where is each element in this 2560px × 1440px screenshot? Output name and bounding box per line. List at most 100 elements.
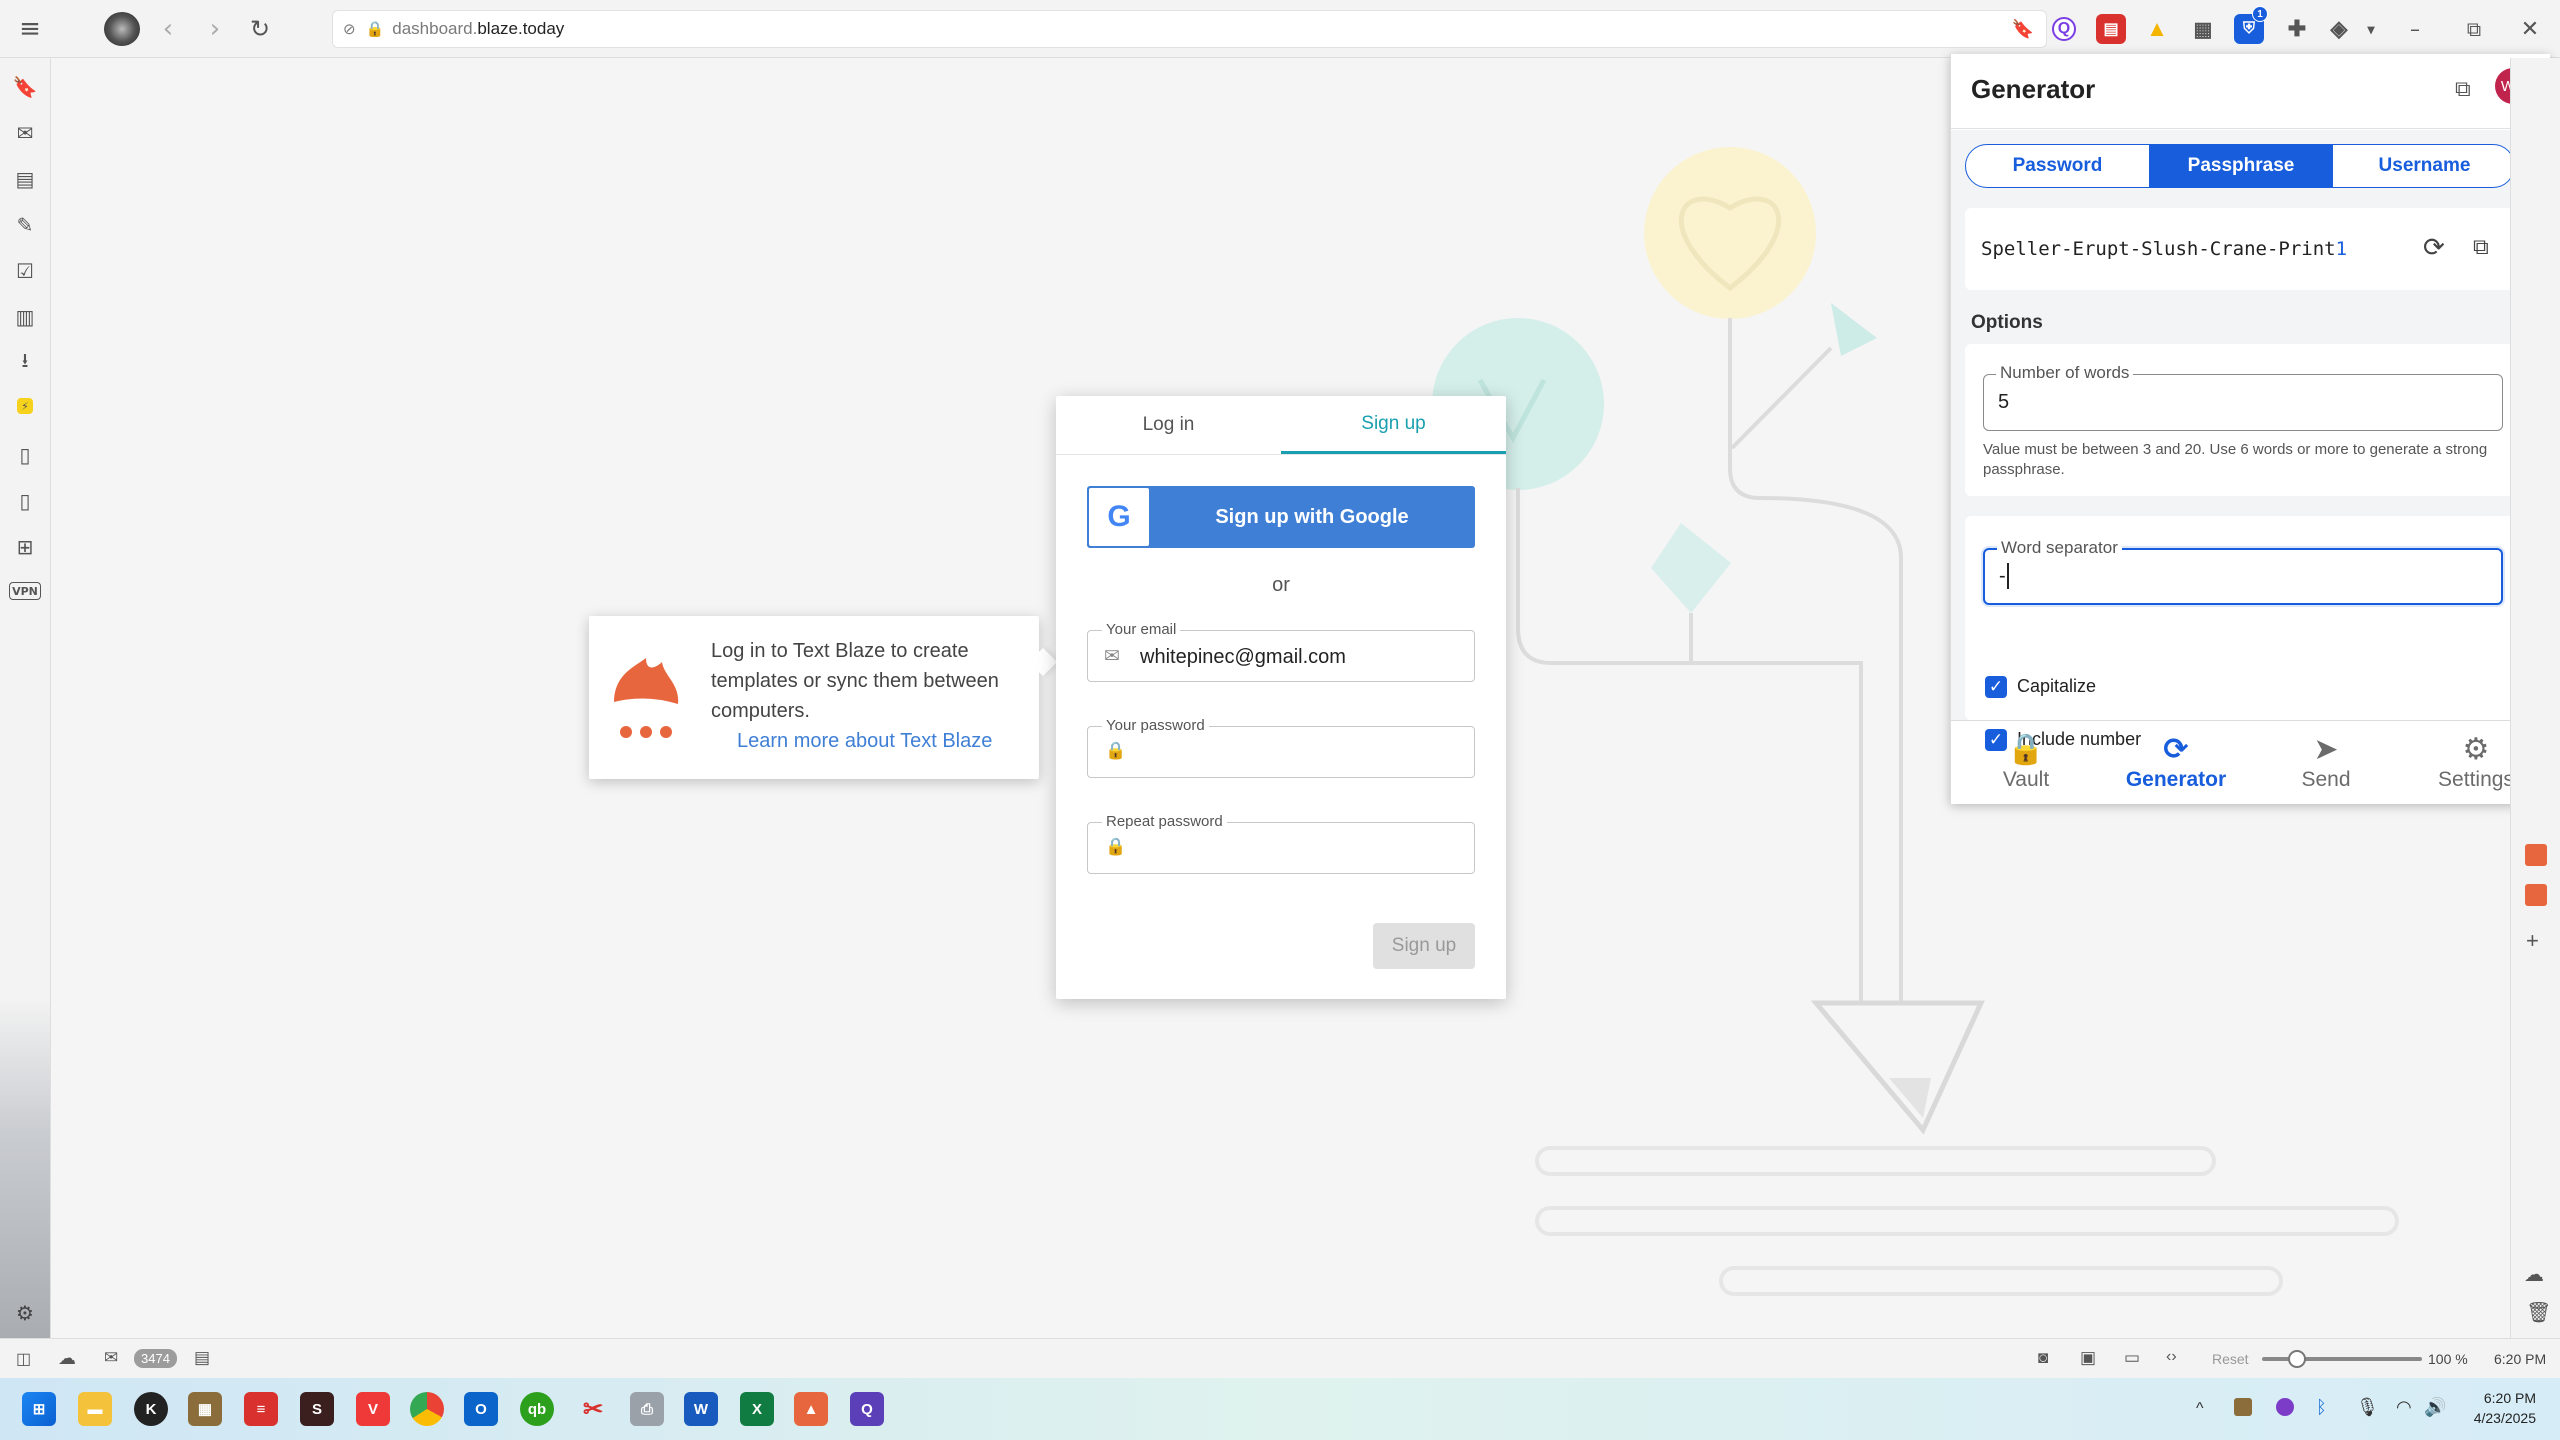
line-bar-3 [1719, 1266, 2283, 1296]
document-icon-2[interactable]: ▯ [14, 489, 36, 513]
devtools-icon[interactable]: ‹› [2166, 1348, 2177, 1366]
vpn-icon[interactable]: VPN [9, 582, 41, 600]
site-settings-icon[interactable]: ⊘ [343, 20, 356, 38]
drive-icon[interactable]: ▲ [2142, 14, 2172, 44]
back-icon[interactable]: ‹ [152, 13, 184, 45]
extensions-puzzle-icon[interactable]: ✚ [2282, 14, 2312, 44]
learn-more-link[interactable]: Learn more about Text Blaze [737, 730, 992, 753]
outlook-icon[interactable]: O [464, 1392, 498, 1426]
panel-toggle-icon[interactable]: ◫ [16, 1349, 31, 1369]
side-app-icon[interactable] [2525, 844, 2547, 866]
tab-password[interactable]: Password [1966, 145, 2149, 187]
popout-icon[interactable]: ⧉ [2455, 76, 2471, 102]
app-s-icon[interactable]: S [300, 1392, 334, 1426]
reading-list-icon[interactable]: ▥ [14, 305, 36, 329]
extension-grid-icon[interactable]: ▦ [2188, 14, 2218, 44]
sync-cloud-icon[interactable]: ☁ [58, 1348, 76, 1369]
capture-icon[interactable]: ◙ [2038, 1348, 2048, 1368]
close-icon[interactable]: ✕ [2514, 13, 2546, 45]
extension-red-icon[interactable]: ▤ [2096, 14, 2126, 44]
profile-avatar[interactable] [104, 12, 140, 46]
tab-sign-up[interactable]: Sign up [1281, 396, 1506, 454]
extension-q-icon[interactable]: Q [2052, 17, 2076, 41]
menu-icon[interactable]: ≡ [14, 13, 46, 45]
vivaldi-icon[interactable]: V [356, 1392, 390, 1426]
email-field[interactable]: Your email ✉ whitepinec@gmail.com [1087, 621, 1475, 682]
trash-icon[interactable]: 🗑 [2526, 1300, 2551, 1325]
document-icon[interactable]: ▯ [14, 443, 36, 467]
word-icon[interactable]: W [684, 1392, 718, 1426]
microphone-icon[interactable]: 🎙 [2356, 1397, 2379, 1418]
notes-icon[interactable]: ✎ [14, 213, 36, 237]
taskbar-date[interactable]: 4/23/2025 [2462, 1410, 2536, 1426]
passphrase-words: Speller-Erupt-Slush-Crane-Print [1981, 238, 2336, 260]
nav-generator[interactable]: ⟳ Generator [2101, 720, 2251, 804]
app-q-icon[interactable]: Q [850, 1392, 884, 1426]
capitalize-checkbox[interactable]: ✓ [1985, 676, 2007, 698]
excel-icon[interactable]: X [740, 1392, 774, 1426]
start-windows-icon[interactable]: ⊞ [22, 1392, 56, 1426]
add-web-panel-icon[interactable]: + [2526, 928, 2539, 954]
tray-app-icon-2[interactable] [2276, 1398, 2294, 1416]
minimize-icon[interactable]: – [2399, 13, 2431, 45]
panel-app-icon[interactable]: ⚡ [17, 398, 33, 414]
address-bar[interactable]: ⊘ 🔒 dashboard. blaze.today 🔖 [332, 10, 2047, 48]
nav-send[interactable]: ➤ Send [2251, 720, 2401, 804]
mail-icon[interactable]: ✉ [14, 121, 36, 145]
printer-icon[interactable]: ⎙ [630, 1392, 664, 1426]
tray-chevron-icon[interactable]: ^ [2196, 1400, 2204, 1418]
layers-icon[interactable]: ◈ [2324, 14, 2354, 44]
tray-app-icon[interactable] [2234, 1398, 2252, 1416]
add-panel-icon[interactable]: ⊞ [14, 535, 36, 559]
tab-username[interactable]: Username [2333, 145, 2514, 187]
downloads-icon[interactable]: ⭳ [14, 348, 36, 374]
bitwarden-icon[interactable]: ⛨ 1 [2234, 6, 2268, 44]
password-field[interactable]: Your password 🔒 [1087, 717, 1475, 778]
wifi-icon[interactable]: ◠ [2396, 1397, 2412, 1418]
chrome-icon[interactable] [410, 1392, 444, 1426]
generated-passphrase[interactable]: Speller-Erupt-Slush-Crane-Print1 [1981, 238, 2347, 260]
status-calendar-icon[interactable]: ▤ [194, 1348, 210, 1368]
restore-icon[interactable]: ⧉ [2458, 13, 2490, 45]
text-blaze-icon[interactable]: ▲ [794, 1392, 828, 1426]
zoom-slider[interactable] [2262, 1350, 2422, 1368]
images-icon[interactable]: ▣ [2080, 1348, 2096, 1368]
text-caret [2007, 563, 2009, 589]
regenerate-icon[interactable]: ⟳ [2423, 232, 2445, 263]
copy-icon[interactable]: ⧉ [2473, 234, 2489, 260]
volume-icon[interactable]: 🔊 [2424, 1397, 2446, 1418]
calendar-icon[interactable]: ▤ [14, 167, 36, 191]
dropdown-icon[interactable]: ▾ [2356, 14, 2386, 44]
tab-log-in[interactable]: Log in [1056, 396, 1281, 454]
bookmark-icon[interactable]: 🔖 [2012, 19, 2034, 40]
generator-type-tabs: Password Passphrase Username [1965, 144, 2515, 188]
reload-icon[interactable]: ↻ [244, 13, 276, 45]
number-of-words-input[interactable]: Number of words 5 [1983, 363, 2503, 431]
repeat-password-field[interactable]: Repeat password 🔒 [1087, 813, 1475, 874]
settings-gear-icon[interactable]: ⚙ [14, 1301, 36, 1325]
mail-count-badge: 3474 [134, 1349, 177, 1368]
app-stack-icon[interactable]: ≡ [244, 1392, 278, 1426]
app-gallery-icon[interactable]: ▦ [188, 1392, 222, 1426]
tasks-icon[interactable]: ☑ [14, 259, 36, 283]
bookmarks-icon[interactable]: 🔖 [13, 75, 38, 99]
cloud-sync-icon[interactable]: ☁ [2524, 1262, 2544, 1287]
tiling-icon[interactable]: ▭ [2124, 1348, 2140, 1368]
google-signup-button[interactable]: G Sign up with Google [1087, 486, 1475, 548]
snipping-tool-icon[interactable]: ✂ [576, 1392, 610, 1426]
zoom-reset[interactable]: Reset [2212, 1351, 2249, 1367]
file-explorer-icon[interactable]: ▬ [78, 1392, 112, 1426]
sign-up-submit-button[interactable]: Sign up [1373, 923, 1475, 969]
forward-icon[interactable]: › [199, 13, 231, 45]
nav-vault[interactable]: 🔒 Vault [1951, 720, 2101, 804]
zoom-slider-thumb[interactable] [2288, 1350, 2307, 1368]
taskbar-time[interactable]: 6:20 PM [2466, 1390, 2536, 1406]
status-mail-icon[interactable]: ✉ [104, 1348, 118, 1368]
word-separator-input[interactable]: Word separator - [1983, 538, 2503, 605]
quickbooks-icon[interactable]: qb [520, 1392, 554, 1426]
app-k-icon[interactable]: K [134, 1392, 168, 1426]
side-app-icon-2[interactable] [2525, 884, 2547, 906]
bluetooth-icon[interactable]: ᛒ [2316, 1397, 2327, 1418]
header-divider [1951, 128, 2551, 129]
tab-passphrase[interactable]: Passphrase [2149, 145, 2333, 187]
